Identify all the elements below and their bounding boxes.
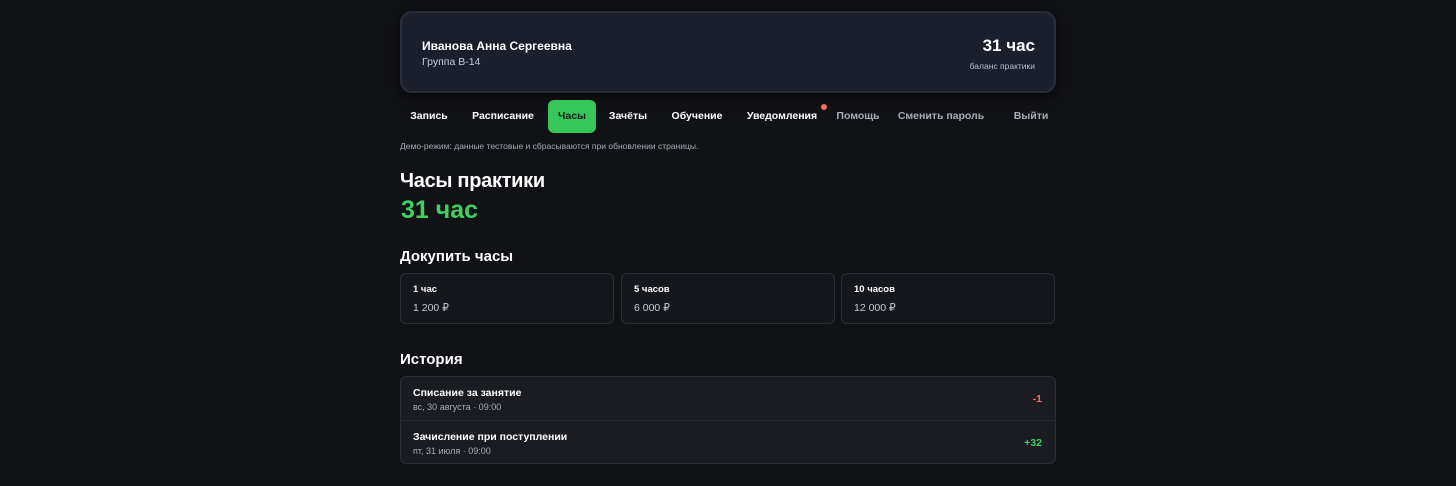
package-price: 1 200 ₽ (413, 302, 449, 314)
demo-notice: Демо-режим: данные тестовые и сбрасывают… (400, 141, 699, 151)
history-row-date: вс, 30 августа · 09:00 (413, 402, 502, 412)
history-row-title: Списание за занятие (413, 387, 522, 399)
buy-hours-title: Докупить часы (400, 248, 514, 265)
history-row: Зачисление при поступлении пт, 31 июля ·… (401, 420, 1055, 464)
balance-caption: баланс практики (969, 61, 1035, 71)
student-name: Иванова Анна Сергеевна (422, 39, 572, 53)
nav-item-chasy[interactable]: Часы (548, 100, 596, 133)
nav-item-change-password[interactable]: Сменить пароль (894, 100, 988, 133)
package-title: 5 часов (634, 284, 670, 295)
package-title: 10 часов (854, 284, 895, 295)
history-list: Списание за занятие вс, 30 августа · 09:… (400, 376, 1056, 464)
nav-item-zachety[interactable]: Зачёты (600, 100, 656, 133)
history-row-date: пт, 31 июля · 09:00 (413, 446, 491, 456)
notification-dot-icon (821, 104, 827, 110)
package-price: 12 000 ₽ (854, 302, 896, 314)
history-row: Списание за занятие вс, 30 августа · 09:… (401, 377, 1055, 420)
balance-value: 31 час (982, 36, 1035, 55)
nav-item-pomosch[interactable]: Помощь (832, 100, 884, 133)
main-nav: Запись Расписание Часы Зачёты Обучение У… (400, 100, 1056, 133)
package-title: 1 час (413, 284, 438, 295)
page-title: Часы практики (400, 170, 545, 192)
history-row-amount-credit: +32 (1024, 437, 1042, 449)
package-card-5-hours[interactable]: 5 часов 6 000 ₽ (621, 273, 835, 324)
package-price: 6 000 ₽ (634, 302, 670, 314)
nav-item-raspisanie[interactable]: Расписание (462, 100, 544, 133)
nav-item-uvedomleniya[interactable]: Уведомления (742, 100, 827, 133)
student-group: Группа В-14 (422, 56, 481, 68)
nav-item-zapis[interactable]: Запись (400, 100, 458, 133)
history-row-title: Зачисление при поступлении (413, 431, 568, 443)
nav-item-logout[interactable]: Выйти (1006, 100, 1056, 133)
nav-item-obuchenie[interactable]: Обучение (662, 100, 732, 133)
hours-balance: 31 час (401, 196, 479, 224)
history-row-amount-debit: -1 (1032, 393, 1042, 405)
nav-item-uvedomleniya-label: Уведомления (746, 110, 818, 122)
profile-card: Иванова Анна Сергеевна Группа В-14 31 ча… (400, 11, 1056, 93)
package-card-10-hours[interactable]: 10 часов 12 000 ₽ (841, 273, 1055, 324)
history-title: История (400, 351, 463, 368)
package-card-1-hour[interactable]: 1 час 1 200 ₽ (400, 273, 614, 324)
